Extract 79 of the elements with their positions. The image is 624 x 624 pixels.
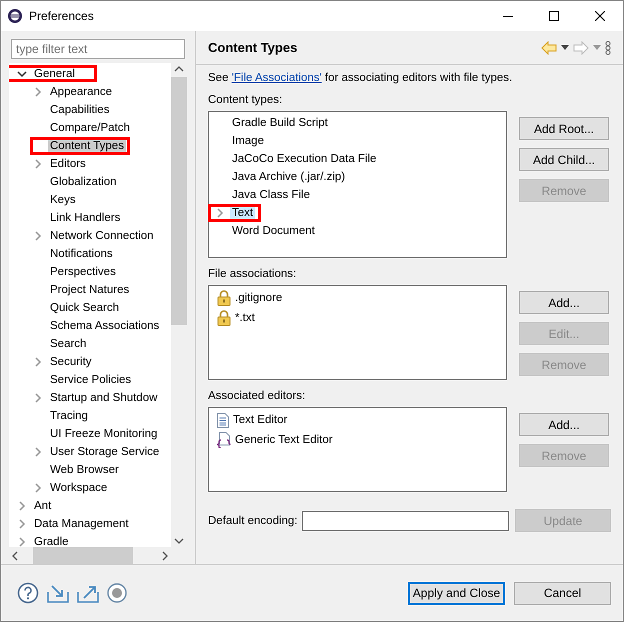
list-item[interactable]: Word Document xyxy=(230,224,317,238)
record-icon[interactable] xyxy=(107,583,127,603)
push-button[interactable]: Add... xyxy=(519,413,609,436)
expand-icon[interactable] xyxy=(215,208,225,218)
tree-item[interactable]: Perspectives xyxy=(48,265,118,279)
lock-icon xyxy=(217,290,231,306)
tree-item[interactable]: Schema Associations xyxy=(48,319,162,333)
export-icon[interactable] xyxy=(77,583,99,603)
tree-item[interactable]: Quick Search xyxy=(48,301,122,315)
push-button[interactable]: Cancel xyxy=(514,582,611,604)
section-label: Content types: xyxy=(208,94,284,106)
tree-item[interactable]: Data Management xyxy=(32,517,131,531)
page-title: Content Types xyxy=(208,40,298,55)
braces-document-icon xyxy=(217,432,231,448)
expand-icon[interactable] xyxy=(33,159,43,169)
help-icon[interactable] xyxy=(17,582,39,604)
expand-icon[interactable] xyxy=(33,483,43,493)
tree-item[interactable]: Gradle xyxy=(32,535,71,547)
tree-item[interactable]: Security xyxy=(48,355,94,369)
tree-item[interactable]: Web Browser xyxy=(48,463,121,477)
tree-item[interactable]: Appearance xyxy=(48,85,114,99)
push-button[interactable]: Add Child... xyxy=(519,148,609,171)
scroll-thumb[interactable] xyxy=(171,77,187,325)
expand-icon[interactable] xyxy=(33,357,43,367)
tree-item[interactable]: Notifications xyxy=(48,247,115,261)
expand-icon[interactable] xyxy=(33,393,43,403)
section-label: File associations: xyxy=(208,268,298,280)
tree-item[interactable]: Keys xyxy=(48,193,78,207)
tree-item[interactable]: Startup and Shutdow xyxy=(48,391,160,405)
app-icon xyxy=(7,8,23,24)
collapse-icon[interactable] xyxy=(17,69,27,79)
push-button[interactable]: Add... xyxy=(519,291,609,314)
dropdown-icon[interactable] xyxy=(561,45,569,50)
tree-item[interactable]: Link Handlers xyxy=(48,211,122,225)
tree-item[interactable]: Service Policies xyxy=(48,373,134,387)
list-item[interactable]: Java Class File xyxy=(230,188,312,202)
list-item[interactable]: Java Archive (.jar/.zip) xyxy=(230,170,348,184)
tree-item[interactable]: Compare/Patch xyxy=(48,121,132,135)
tree-item[interactable]: General xyxy=(32,67,77,81)
tree-item[interactable]: Capabilities xyxy=(48,103,112,117)
list-item[interactable]: JaCoCo Execution Data File xyxy=(230,152,378,166)
tree-item[interactable]: Project Natures xyxy=(48,283,132,297)
file-associations-link[interactable]: 'File Associations' xyxy=(232,72,322,84)
lock-icon xyxy=(217,310,231,326)
list-item[interactable]: Text Editor xyxy=(233,414,288,426)
encoding-field[interactable] xyxy=(302,510,509,530)
window-title: Preferences xyxy=(29,9,95,23)
list-item[interactable]: Image xyxy=(230,134,266,148)
scroll-thumb[interactable] xyxy=(33,547,133,564)
tree-item[interactable]: Ant xyxy=(32,499,54,513)
tree-item[interactable]: Editors xyxy=(48,157,88,171)
tree-item[interactable]: Search xyxy=(48,337,88,351)
list-item[interactable]: *.txt xyxy=(235,312,255,324)
expand-icon[interactable] xyxy=(33,87,43,97)
close-icon[interactable] xyxy=(595,11,605,21)
field-label: Default encoding: xyxy=(208,514,298,526)
description-text: See 'File Associations' for associating editors with file types. xyxy=(208,72,514,84)
tree-item[interactable]: Globalization xyxy=(48,175,118,189)
expand-icon[interactable] xyxy=(17,537,27,547)
document-icon xyxy=(217,412,229,428)
expand-icon[interactable] xyxy=(33,447,43,457)
expand-icon[interactable] xyxy=(17,519,27,529)
tree-item[interactable]: UI Freeze Monitoring xyxy=(48,427,160,441)
tree-item[interactable]: Tracing xyxy=(48,409,90,423)
tree-item[interactable]: User Storage Service xyxy=(48,445,162,459)
expand-icon[interactable] xyxy=(17,501,27,511)
filter-field[interactable]: type filter text xyxy=(11,39,185,59)
list-item[interactable]: .gitignore xyxy=(235,292,282,304)
import-icon[interactable] xyxy=(47,583,69,603)
menu-icon[interactable] xyxy=(605,40,611,54)
maximize-icon[interactable] xyxy=(549,11,559,21)
section-label: Associated editors: xyxy=(208,390,306,402)
expand-icon[interactable] xyxy=(33,231,43,241)
push-button[interactable]: Apply and Close xyxy=(408,582,505,604)
list-item[interactable]: Gradle Build Script xyxy=(230,116,330,130)
list-item[interactable]: Generic Text Editor xyxy=(235,434,333,446)
push-button[interactable]: Add Root... xyxy=(519,117,609,140)
tree-item[interactable]: Network Connection xyxy=(48,229,156,243)
tree-item[interactable]: Workspace xyxy=(48,481,110,495)
